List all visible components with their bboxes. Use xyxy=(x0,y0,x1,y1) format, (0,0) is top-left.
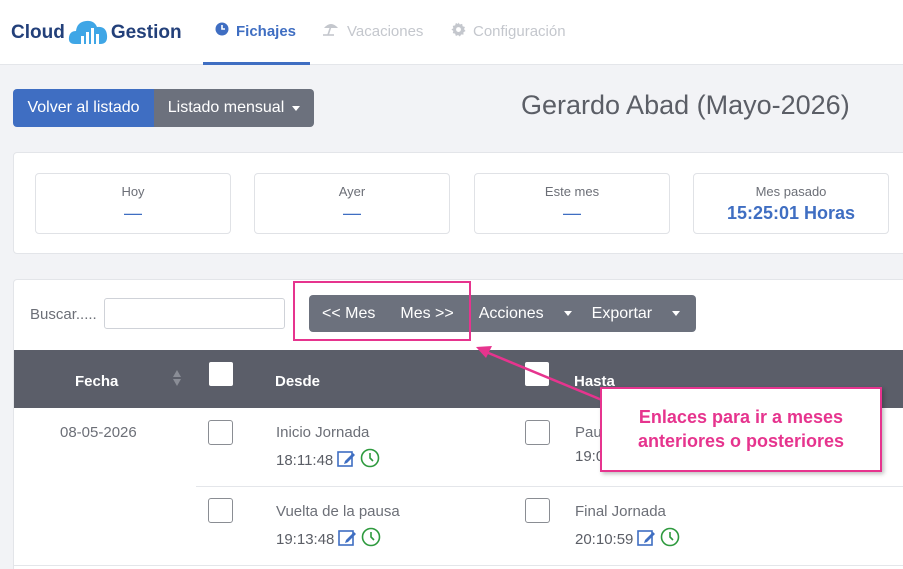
stat-label: Este mes xyxy=(544,184,600,199)
row-divider xyxy=(14,565,903,566)
stat-este-mes: Este mes — xyxy=(474,173,670,234)
search-label: Buscar..... xyxy=(30,306,97,323)
gear-icon xyxy=(451,21,466,41)
search-input[interactable] xyxy=(104,298,285,329)
clock-history-icon[interactable] xyxy=(360,448,380,472)
callout-line-2: anteriores o posteriores xyxy=(637,430,845,451)
row-hasta-checkbox[interactable] xyxy=(525,498,550,523)
tab-configuracion[interactable]: Configuración xyxy=(451,20,566,42)
hasta-time-line: 20:10:59 xyxy=(575,527,680,551)
dropdown-label: Listado mensual xyxy=(167,99,285,116)
hasta-label: Final Jornada xyxy=(575,503,666,520)
stat-value: — xyxy=(563,203,581,223)
stat-ayer: Ayer — xyxy=(254,173,450,234)
actions-dropdown[interactable]: Acciones xyxy=(479,305,572,323)
beach-umbrella-icon xyxy=(322,22,340,40)
row-desde-checkbox[interactable] xyxy=(208,420,233,445)
column-header-desde[interactable]: Desde xyxy=(275,373,320,390)
desde-label: Vuelta de la pausa xyxy=(276,503,400,520)
back-to-list-button[interactable]: Volver al listado xyxy=(13,89,154,127)
annotation-arrow xyxy=(476,346,603,402)
logo-text-cloud: Cloud xyxy=(11,22,65,43)
annotation-highlight-box xyxy=(293,281,471,341)
export-dropdown[interactable]: Exportar xyxy=(591,304,681,323)
tab-label: Fichajes xyxy=(236,22,297,40)
export-label: Exportar xyxy=(591,304,653,322)
stat-value: — xyxy=(124,203,142,223)
desde-time-line: 18:11:48 xyxy=(276,448,380,472)
monthly-list-dropdown[interactable]: Listado mensual xyxy=(154,89,314,127)
edit-icon[interactable] xyxy=(338,528,357,551)
row-desde-checkbox[interactable] xyxy=(208,498,233,523)
clock-icon xyxy=(215,22,229,40)
stat-label: Ayer xyxy=(338,184,366,199)
select-all-desde-checkbox[interactable] xyxy=(209,362,233,386)
tab-vacaciones[interactable]: Vacaciones xyxy=(322,20,423,42)
stat-label: Mes pasado xyxy=(755,184,827,199)
stat-hoy: Hoy — xyxy=(35,173,231,234)
tab-fichajes[interactable]: Fichajes xyxy=(215,20,296,42)
row-divider xyxy=(196,486,903,487)
edit-icon[interactable] xyxy=(637,528,656,551)
column-header-fecha[interactable]: Fecha xyxy=(75,373,118,390)
desde-time: 19:13:48 xyxy=(276,530,335,548)
desde-label: Inicio Jornada xyxy=(276,424,370,441)
row-date: 08-05-2026 xyxy=(60,424,137,441)
tab-label: Configuración xyxy=(473,22,566,40)
row-hasta-checkbox[interactable] xyxy=(525,420,550,445)
top-navbar: Cloud Gestion Fichajes Vacaciones Config… xyxy=(0,0,903,65)
stat-mes-pasado: Mes pasado 15:25:01 Horas xyxy=(693,173,889,234)
stat-value: — xyxy=(343,203,361,223)
cloud-chart-icon xyxy=(67,18,109,48)
clock-history-icon[interactable] xyxy=(361,527,381,551)
sort-icon[interactable] xyxy=(172,369,182,391)
active-tab-indicator xyxy=(203,62,310,65)
callout-line-1: Enlaces para ir a meses xyxy=(638,407,844,428)
annotation-callout: Enlaces para ir a meses anteriores o pos… xyxy=(600,387,882,472)
clock-history-icon[interactable] xyxy=(660,527,680,551)
app-logo[interactable]: Cloud Gestion xyxy=(11,16,182,50)
logo-text-gestion: Gestion xyxy=(110,22,182,43)
stat-label: Hoy xyxy=(121,184,145,199)
edit-icon[interactable] xyxy=(337,449,356,472)
tab-label: Vacaciones xyxy=(347,22,424,40)
desde-time-line: 19:13:48 xyxy=(276,527,381,551)
hasta-label: Pau xyxy=(575,424,602,441)
caret-down-icon xyxy=(292,105,301,111)
caret-down-icon xyxy=(563,311,572,316)
stats-card: Hoy — Ayer — Este mes — Mes pasado 15:25… xyxy=(13,152,903,254)
desde-time: 18:11:48 xyxy=(276,451,334,469)
actions-label: Acciones xyxy=(478,304,544,322)
stat-value: 15:25:01 Horas xyxy=(726,203,856,223)
page-title: Gerardo Abad (Mayo-2026) xyxy=(521,90,850,120)
caret-down-icon xyxy=(672,311,681,316)
hasta-time: 20:10:59 xyxy=(575,530,634,548)
